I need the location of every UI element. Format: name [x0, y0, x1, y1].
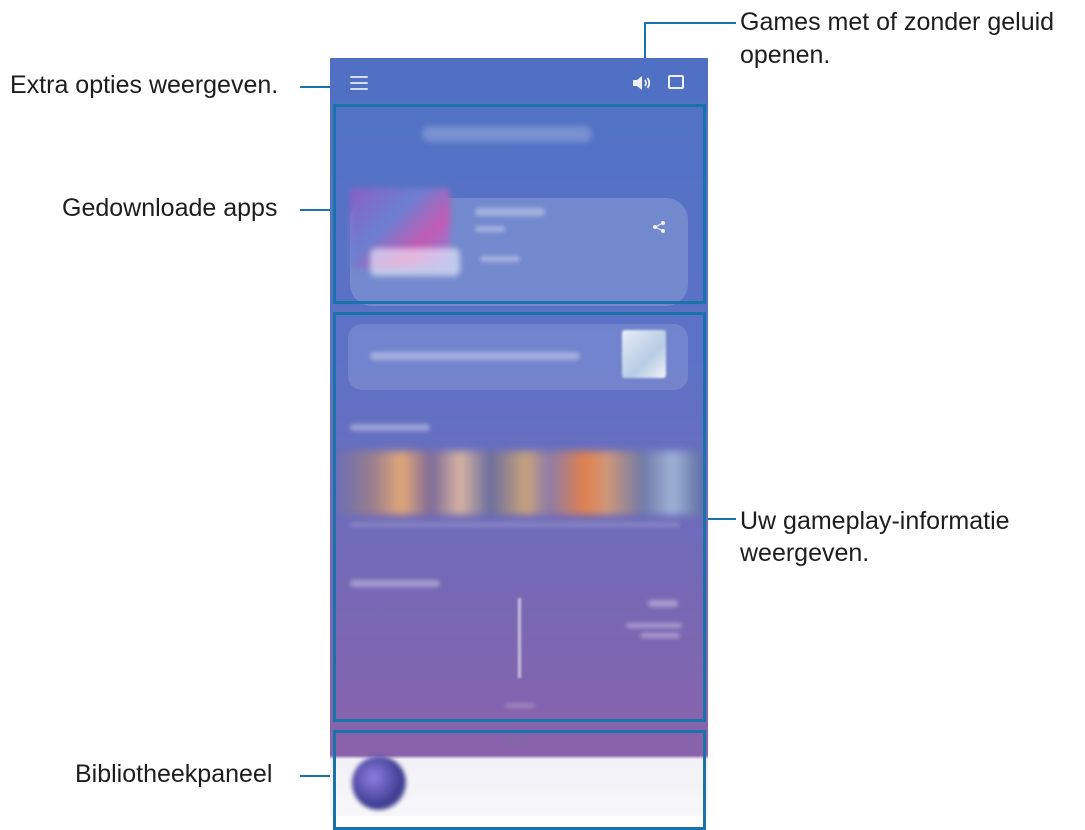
hamburger-icon[interactable] [350, 76, 368, 90]
gameplay-info-frame [333, 312, 706, 722]
downloaded-apps-label: Gedownloade apps [62, 194, 278, 222]
sound-leader-h [644, 22, 736, 24]
gameplay-leader [706, 518, 736, 520]
top-bar [330, 58, 708, 102]
extra-options-label: Extra opties weergeven. [10, 71, 279, 99]
downloaded-apps-frame [333, 104, 706, 304]
downloaded-apps-leader [300, 209, 333, 211]
square-icon[interactable] [668, 75, 684, 89]
library-panel-leader [300, 775, 333, 777]
library-panel-label: Bibliotheekpaneel [75, 760, 273, 788]
library-panel-frame [333, 730, 706, 830]
gameplay-label-line1: Uw gameplay-informatie [740, 507, 1010, 535]
sound-label-line1: Games met of zonder geluid [740, 8, 1055, 36]
sound-icon[interactable] [632, 75, 652, 91]
sound-label-line2: openen. [740, 41, 831, 69]
gameplay-label-line2: weergeven. [740, 539, 870, 567]
